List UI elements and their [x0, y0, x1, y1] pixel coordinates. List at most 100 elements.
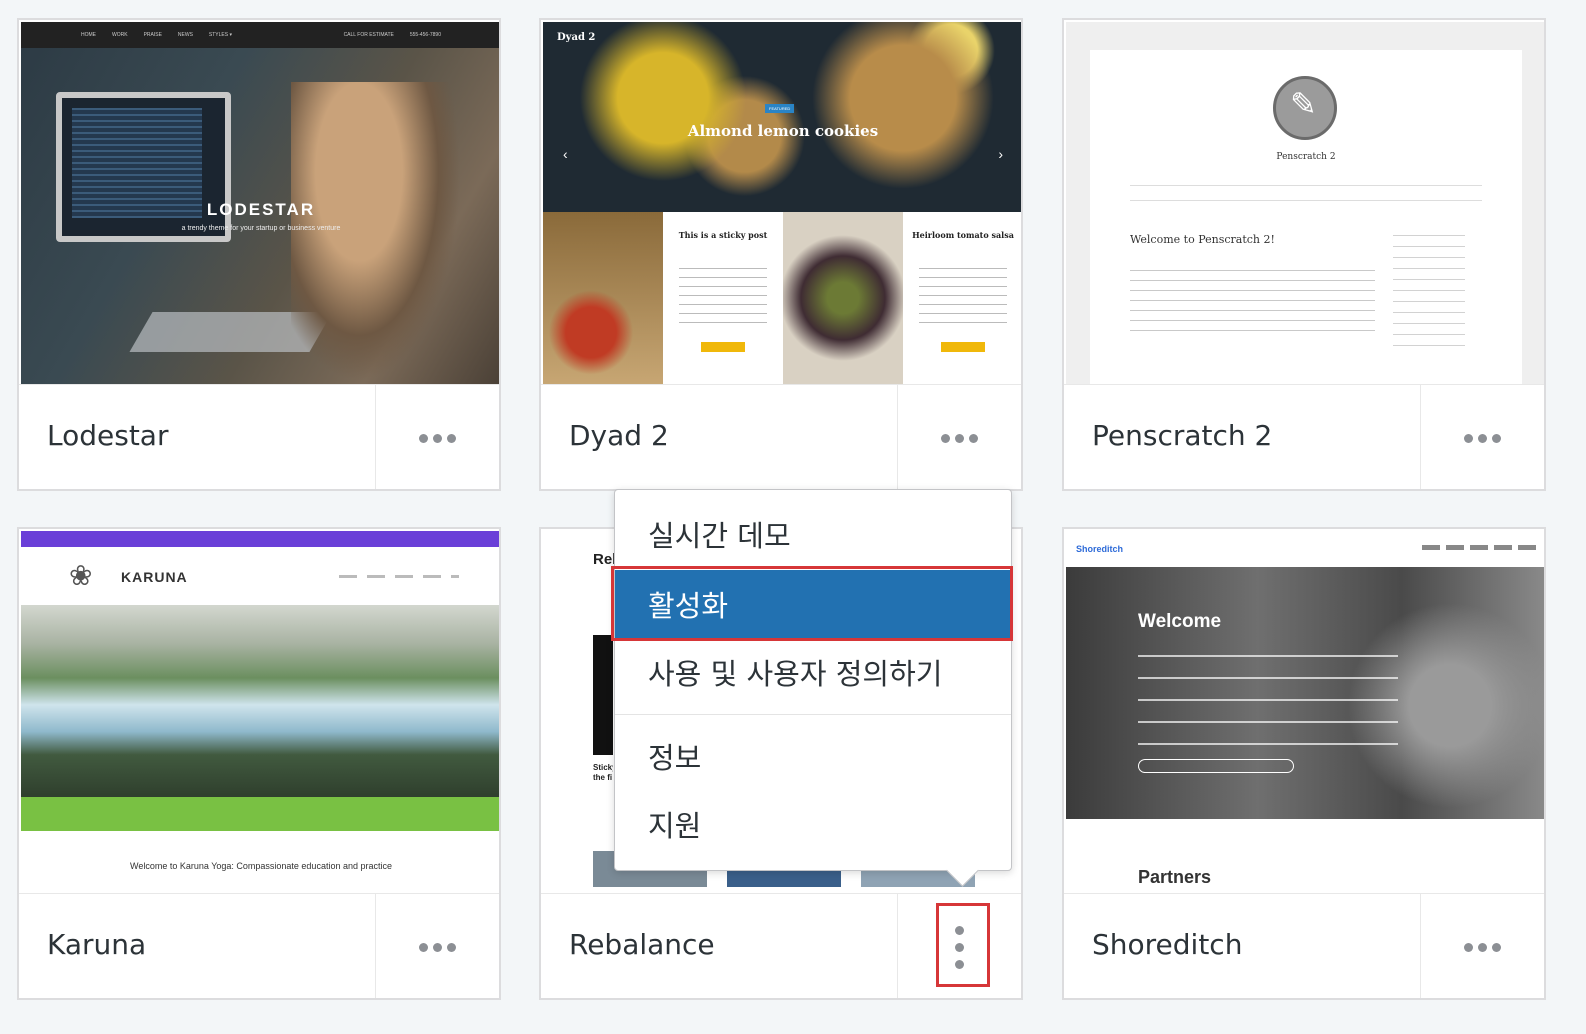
- more-options-button[interactable]: [1420, 385, 1544, 489]
- theme-card-footer: Lodestar: [19, 384, 499, 489]
- more-horizontal-icon: [433, 434, 442, 443]
- preview-image: [593, 635, 613, 755]
- theme-name: Penscratch 2: [1092, 419, 1273, 452]
- read-more-button: [701, 342, 745, 352]
- more-horizontal-icon: [433, 943, 442, 952]
- preview-post-body: [1130, 265, 1375, 340]
- divider: [1130, 200, 1482, 201]
- preview-cta: [1138, 759, 1294, 773]
- theme-screenshot-karuna[interactable]: ❀ KARUNA Welcome to Karuna Yoga: Compass…: [21, 531, 499, 893]
- menu-item-live-demo[interactable]: 실시간 데모: [615, 500, 1011, 568]
- preview-nav-item: PRAISE: [143, 32, 162, 38]
- more-options-button[interactable]: [1420, 894, 1544, 998]
- menu-item-activate[interactable]: 활성화: [615, 570, 1011, 638]
- pencil-icon: [1273, 76, 1337, 140]
- lotus-icon: ❀: [69, 560, 93, 591]
- more-vertical-icon: [955, 960, 964, 969]
- chevron-right-icon: ›: [998, 146, 1003, 162]
- more-horizontal-icon: [1492, 434, 1501, 443]
- theme-name: Shoreditch: [1092, 928, 1243, 961]
- menu-item-customize[interactable]: 사용 및 사용자 정의하기: [615, 638, 1011, 706]
- divider: [1130, 185, 1482, 186]
- theme-card-dyad-2[interactable]: Dyad 2 FEATURED Almond lemon cookies ‹ ›…: [539, 18, 1023, 491]
- menu-item-support[interactable]: 지원: [615, 790, 1011, 858]
- preview-hero-title: Welcome: [1138, 611, 1222, 632]
- more-horizontal-icon: [1464, 943, 1473, 952]
- theme-name: Rebalance: [569, 928, 715, 961]
- theme-screenshot-shoreditch[interactable]: Shoreditch Welcome Partners: [1066, 531, 1544, 893]
- preview-topbar: [21, 531, 499, 547]
- post-image: [783, 212, 903, 384]
- post-excerpt: [679, 264, 767, 324]
- preview-sidebar: [1393, 230, 1465, 350]
- theme-card-karuna[interactable]: ❀ KARUNA Welcome to Karuna Yoga: Compass…: [17, 527, 501, 1000]
- post-title: Heirloom tomato salsa: [912, 230, 1014, 240]
- more-horizontal-icon: [419, 943, 428, 952]
- more-options-button[interactable]: [897, 385, 1021, 489]
- preview-nav-item: STYLES ▾: [208, 32, 232, 38]
- preview-hero-text: [1138, 649, 1398, 745]
- read-more-button: [941, 342, 985, 352]
- more-horizontal-icon: [1478, 943, 1487, 952]
- preview-hero-tagline: a trendy theme for your startup or busin…: [181, 225, 341, 232]
- theme-name: Karuna: [47, 928, 147, 961]
- theme-options-popover: 실시간 데모 활성화 사용 및 사용자 정의하기 정보 지원: [614, 489, 1012, 871]
- preview-hero-title: LODESTAR: [206, 200, 316, 219]
- preview-hero-title: Almond lemon cookies: [687, 122, 879, 140]
- chevron-left-icon: ‹: [563, 146, 568, 162]
- preview-post-title: Sticky the fi: [593, 763, 613, 782]
- theme-screenshot-dyad-2[interactable]: Dyad 2 FEATURED Almond lemon cookies ‹ ›…: [543, 22, 1021, 384]
- more-horizontal-icon: [969, 434, 978, 443]
- more-horizontal-icon: [941, 434, 950, 443]
- theme-screenshot-penscratch-2[interactable]: Penscratch 2 Welcome to Penscratch 2!: [1066, 22, 1544, 384]
- preview-partners: Partners: [1138, 867, 1212, 887]
- theme-card-footer: Penscratch 2: [1064, 384, 1544, 489]
- preview-site-title: Penscratch 2: [1276, 152, 1336, 162]
- preview-nav-item: NEWS: [177, 32, 193, 38]
- more-vertical-icon: [955, 926, 964, 935]
- post-card: This is a sticky post: [663, 212, 783, 384]
- preview-banner: [21, 797, 499, 831]
- more-horizontal-icon: [955, 434, 964, 443]
- preview-brand: Dyad 2: [557, 32, 596, 43]
- theme-card-penscratch-2[interactable]: Penscratch 2 Welcome to Penscratch 2! Pe…: [1062, 18, 1546, 491]
- menu-item-info[interactable]: 정보: [615, 722, 1011, 790]
- theme-screenshot-lodestar[interactable]: HOME WORK PRAISE NEWS STYLES ▾ CALL FOR …: [21, 22, 499, 384]
- preview-topbar: HOME WORK PRAISE NEWS STYLES ▾ CALL FOR …: [21, 22, 499, 48]
- preview-hero-image: [21, 605, 499, 797]
- more-horizontal-icon: [447, 434, 456, 443]
- theme-card-shoreditch[interactable]: Shoreditch Welcome Partners Shoreditch: [1062, 527, 1546, 1000]
- more-horizontal-icon: [1464, 434, 1473, 443]
- theme-card-footer: Shoreditch: [1064, 893, 1544, 998]
- preview-brand: Shoreditch: [1076, 544, 1124, 554]
- theme-card-footer: Karuna: [19, 893, 499, 998]
- more-horizontal-icon: [447, 943, 456, 952]
- preview-site-title: Rel: [593, 551, 617, 568]
- more-options-button[interactable]: [375, 385, 499, 489]
- preview-hero-image: [543, 22, 1021, 212]
- theme-card-footer: Dyad 2: [541, 384, 1021, 489]
- more-options-button[interactable]: [375, 894, 499, 998]
- preview-nav-item: WORK: [112, 32, 128, 38]
- preview-nav: [339, 575, 459, 578]
- theme-card-footer: Rebalance: [541, 893, 1021, 998]
- post-title: This is a sticky post: [678, 230, 768, 240]
- preview-welcome: Welcome to Karuna Yoga: Compassionate ed…: [129, 861, 392, 871]
- preview-brand: KARUNA: [121, 569, 188, 585]
- post-excerpt: [919, 264, 1007, 324]
- preview-nav-item: HOME: [81, 32, 96, 38]
- preview-nav: [1422, 545, 1536, 550]
- more-horizontal-icon: [1478, 434, 1487, 443]
- more-horizontal-icon: [1492, 943, 1501, 952]
- menu-divider: [615, 714, 1011, 715]
- theme-name: Lodestar: [47, 419, 169, 452]
- more-options-button[interactable]: [897, 894, 1021, 998]
- more-vertical-icon: [955, 943, 964, 952]
- theme-name: Dyad 2: [569, 419, 669, 452]
- preview-page: Penscratch 2 Welcome to Penscratch 2!: [1090, 50, 1522, 384]
- featured-badge: FEATURED: [765, 104, 795, 113]
- preview-call: CALL FOR ESTIMATE: [343, 32, 394, 38]
- post-card: Heirloom tomato salsa: [903, 212, 1021, 384]
- preview-phone: 555-456-7890: [409, 32, 441, 38]
- theme-card-lodestar[interactable]: HOME WORK PRAISE NEWS STYLES ▾ CALL FOR …: [17, 18, 501, 491]
